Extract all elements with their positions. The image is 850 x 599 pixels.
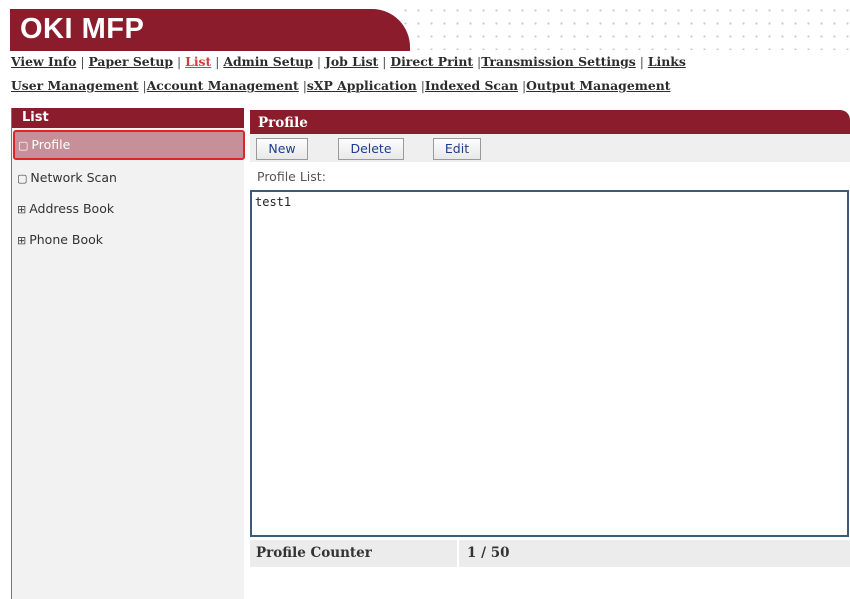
- profile-list-label: Profile List:: [257, 169, 326, 184]
- expand-plus-icon: ⊞: [17, 234, 27, 247]
- nav-link-sxp-application[interactable]: sXP Application: [307, 78, 417, 93]
- sidebar-item-label: Network Scan: [30, 170, 117, 185]
- nav-row-secondary: User Management |Account Management |sXP…: [11, 78, 671, 93]
- list-item[interactable]: test1: [255, 195, 844, 209]
- nav-link-list[interactable]: List: [185, 54, 211, 69]
- nav-link-admin-setup[interactable]: Admin Setup: [223, 54, 313, 69]
- nav-link-account-management[interactable]: Account Management: [147, 78, 299, 93]
- sidebar-item-label: Phone Book: [29, 232, 104, 247]
- collapse-box-icon: ▢: [18, 139, 29, 152]
- nav-link-output-management[interactable]: Output Management: [526, 78, 670, 93]
- header-dot-pattern: [395, 0, 850, 50]
- sidebar-item-profile[interactable]: ▢ Profile: [13, 130, 245, 160]
- sidebar-item-label: Address Book: [29, 201, 115, 216]
- new-button[interactable]: New: [256, 138, 308, 160]
- nav-link-paper-setup[interactable]: Paper Setup: [88, 54, 173, 69]
- sidebar: List ▢ Profile ▢ Network Scan ⊞ Address Boo…: [11, 108, 245, 599]
- main-panel: Profile New Delete Edit Profile List: te…: [250, 110, 850, 567]
- counter-divider: [457, 540, 459, 567]
- sidebar-item-network-scan[interactable]: ▢ Network Scan: [12, 162, 244, 193]
- sidebar-item-address-book[interactable]: ⊞ Address Book: [12, 193, 244, 224]
- toolbar: New Delete Edit: [250, 134, 850, 162]
- collapse-box-icon: ▢: [17, 172, 28, 185]
- nav-link-direct-print[interactable]: Direct Print: [390, 54, 473, 69]
- nav-row-primary: View Info | Paper Setup | List | Admin S…: [11, 54, 686, 69]
- profile-counter-value: 1 / 50: [467, 545, 510, 561]
- nav-link-links[interactable]: Links: [648, 54, 686, 69]
- delete-button[interactable]: Delete: [338, 138, 404, 160]
- nav-link-job-list[interactable]: Job List: [325, 54, 378, 69]
- profile-counter-row: Profile Counter 1 / 50: [250, 540, 850, 567]
- logo: OKI MFP: [20, 13, 145, 45]
- expand-plus-icon: ⊞: [17, 203, 27, 216]
- header-logo-tab: OKI MFP: [10, 9, 410, 51]
- nav-link-indexed-scan[interactable]: Indexed Scan: [425, 78, 518, 93]
- panel-title: Profile: [250, 110, 850, 134]
- nav-link-transmission-settings[interactable]: Transmission Settings: [481, 54, 636, 69]
- nav-link-user-management[interactable]: User Management: [11, 78, 139, 93]
- profile-listbox[interactable]: test1: [250, 190, 849, 537]
- edit-button[interactable]: Edit: [433, 138, 481, 160]
- sidebar-title: List: [12, 108, 244, 128]
- profile-counter-label: Profile Counter: [256, 545, 372, 561]
- sidebar-item-label: Profile: [31, 137, 71, 152]
- nav-link-view-info[interactable]: View Info: [11, 54, 76, 69]
- sidebar-item-phone-book[interactable]: ⊞ Phone Book: [12, 224, 244, 255]
